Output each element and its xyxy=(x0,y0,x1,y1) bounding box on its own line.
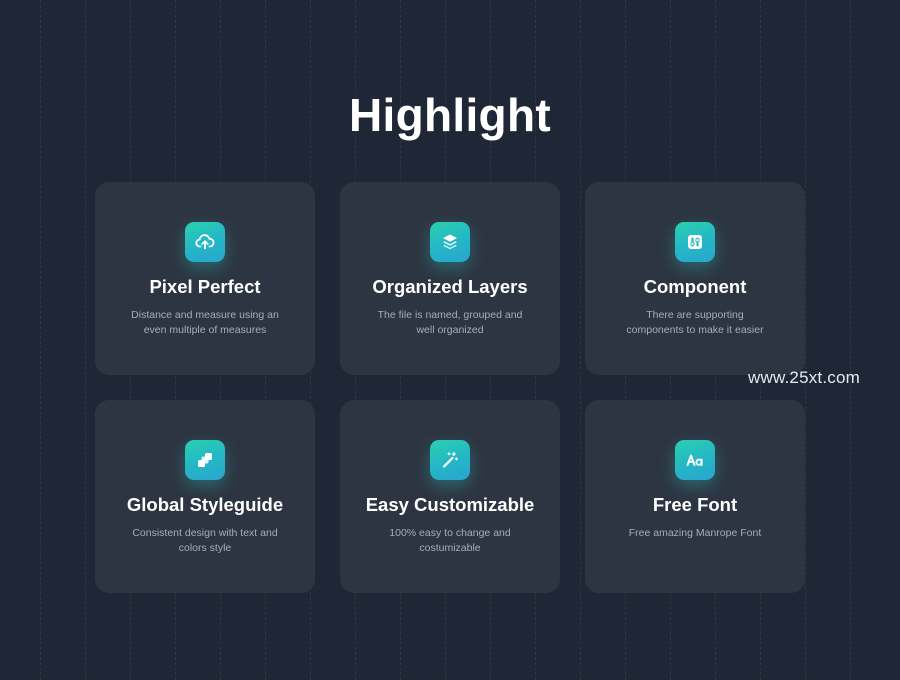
page-title: Highlight xyxy=(349,89,551,141)
component-icon xyxy=(675,222,715,262)
feature-card-free-font: Free Font Free amazing Manrope Font xyxy=(585,400,805,593)
watermark: www.25xt.com xyxy=(748,368,860,387)
feature-card-description: The file is named, grouped and well orga… xyxy=(377,309,523,336)
font-aa-icon xyxy=(675,440,715,480)
feature-card-title: Component xyxy=(643,276,747,297)
magic-wand-icon xyxy=(430,440,470,480)
feature-card-description: 100% easy to change and costumizable xyxy=(389,527,511,554)
upload-cloud-icon xyxy=(185,222,225,262)
feature-card-global-styleguide: Global Styleguide Consistent design with… xyxy=(95,400,315,593)
feature-card-title: Free Font xyxy=(652,494,738,515)
layers-icon xyxy=(430,222,470,262)
feature-card-description: Consistent design with text and colors s… xyxy=(132,527,278,554)
feature-card-easy-customizable: Easy Customizable 100% easy to change an… xyxy=(340,400,560,593)
feature-card-organized-layers: Organized Layers The file is named, grou… xyxy=(340,182,560,375)
feature-card-component: Component There are supporting component… xyxy=(585,182,805,375)
feature-card-description: Distance and measure using an even multi… xyxy=(131,309,279,336)
feature-card-title: Organized Layers xyxy=(372,276,528,297)
feature-card-title: Global Styleguide xyxy=(126,494,284,515)
feature-card-description: Free amazing Manrope Font xyxy=(628,527,762,539)
feature-card-description: There are supporting components to make … xyxy=(626,309,764,336)
feature-card-pixel-perfect: Pixel Perfect Distance and measure using… xyxy=(95,182,315,375)
feature-card-title: Pixel Perfect xyxy=(149,276,261,297)
styleguide-icon xyxy=(185,440,225,480)
feature-grid: Pixel Perfect Distance and measure using… xyxy=(95,182,805,593)
feature-card-title: Easy Customizable xyxy=(365,494,535,515)
